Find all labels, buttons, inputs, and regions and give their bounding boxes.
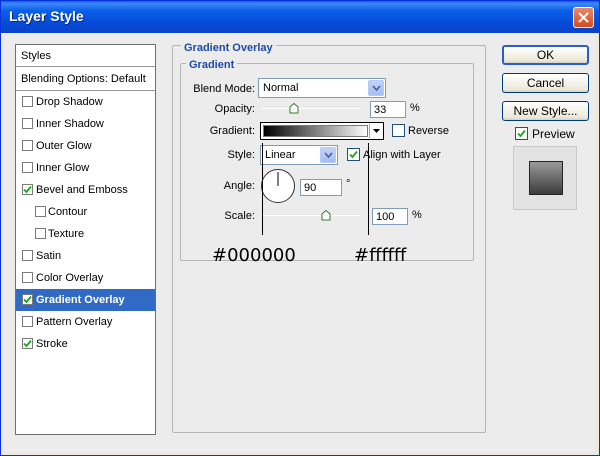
style-checkbox[interactable] (35, 228, 46, 239)
gradient-section-title: Gradient (186, 59, 238, 71)
opacity-input[interactable]: 33 (370, 101, 406, 118)
blending-options[interactable]: Blending Options: Default (16, 67, 155, 91)
scale-slider[interactable] (262, 215, 360, 216)
gradient-picker[interactable] (260, 122, 384, 140)
style-checkbox[interactable] (22, 250, 33, 261)
new-style-button[interactable]: New Style... (502, 101, 589, 121)
opacity-value: 33 (374, 104, 387, 116)
gradient-dropdown[interactable] (369, 124, 382, 138)
opacity-slider-thumb[interactable] (289, 103, 299, 114)
style-item-gradient-overlay[interactable]: Gradient Overlay (16, 289, 155, 311)
style-checkbox[interactable] (22, 140, 33, 151)
blend-mode-label: Blend Mode: (193, 83, 255, 95)
style-item-inner-shadow[interactable]: Inner Shadow (16, 113, 155, 135)
style-item-texture[interactable]: Texture (16, 223, 155, 245)
style-checkbox[interactable] (35, 206, 46, 217)
style-item-pattern-overlay[interactable]: Pattern Overlay (16, 311, 155, 333)
style-select[interactable]: Linear (260, 145, 338, 165)
styles-header[interactable]: Styles (16, 45, 155, 67)
blend-mode-value: Normal (263, 82, 299, 94)
style-checkbox[interactable] (22, 184, 33, 195)
scale-label: Scale: (224, 210, 255, 222)
gradient-overlay-title: Gradient Overlay (181, 42, 276, 54)
preview-label: Preview (532, 127, 575, 141)
preview-checkbox[interactable] (515, 127, 528, 140)
style-item-label: Contour (48, 206, 88, 218)
style-checkbox[interactable] (22, 294, 33, 305)
style-item-label: Gradient Overlay (36, 294, 125, 306)
angle-dial[interactable] (261, 169, 295, 203)
style-item-label: Pattern Overlay (36, 316, 113, 328)
style-checkbox[interactable] (22, 338, 33, 349)
dialog-body: Styles Blending Options: Default Drop Sh… (4, 33, 596, 453)
triangle-down-icon (373, 129, 380, 133)
style-item-label: Inner Glow (36, 162, 90, 174)
style-item-inner-glow[interactable]: Inner Glow (16, 157, 155, 179)
scale-unit: % (412, 209, 422, 221)
ok-button[interactable]: OK (502, 45, 589, 65)
window-title: Layer Style (9, 8, 84, 24)
align-with-layer-checkbox[interactable] (347, 148, 360, 161)
opacity-unit: % (410, 102, 420, 114)
title-bar[interactable]: Layer Style (1, 1, 599, 33)
angle-unit: ° (346, 178, 351, 190)
chevron-down-icon (320, 147, 336, 163)
opacity-slider[interactable] (262, 108, 360, 109)
cancel-button[interactable]: Cancel (502, 73, 589, 93)
style-item-label: Drop Shadow (36, 96, 103, 108)
style-item-contour[interactable]: Contour (16, 201, 155, 223)
preview-swatch (529, 161, 563, 195)
style-item-satin[interactable]: Satin (16, 245, 155, 267)
angle-value: 90 (304, 182, 317, 194)
style-checkbox[interactable] (22, 316, 33, 327)
scale-value: 100 (376, 211, 395, 223)
annotation-end-color: #ffffff (354, 245, 407, 266)
style-checkbox[interactable] (22, 272, 33, 283)
scale-input[interactable]: 100 (372, 208, 408, 225)
style-item-outer-glow[interactable]: Outer Glow (16, 135, 155, 157)
style-label: Style: (227, 149, 255, 161)
annotation-line-left (262, 143, 263, 235)
style-items: Drop Shadow Inner Shadow Outer Glow Inner G… (16, 91, 155, 355)
align-with-layer-label: Align with Layer (363, 149, 441, 161)
style-item-label: Inner Shadow (36, 118, 104, 130)
gradient-preview[interactable] (263, 125, 368, 137)
angle-label: Angle: (223, 180, 255, 192)
style-checkbox[interactable] (22, 162, 33, 173)
style-value: Linear (265, 149, 296, 161)
blend-mode-select[interactable]: Normal (258, 78, 386, 98)
style-item-color-overlay[interactable]: Color Overlay (16, 267, 155, 289)
chevron-down-icon (368, 80, 384, 96)
annotation-line-right (368, 143, 369, 235)
style-item-label: Stroke (36, 338, 68, 350)
angle-input[interactable]: 90 (300, 179, 342, 196)
style-item-stroke[interactable]: Stroke (16, 333, 155, 355)
layer-style-dialog: Layer Style Styles Blending Options: Def… (0, 0, 600, 456)
close-icon (578, 12, 589, 23)
opacity-label: Opacity: (214, 103, 255, 115)
style-item-bevel-and-emboss[interactable]: Bevel and Emboss (16, 179, 155, 201)
angle-needle-icon (277, 172, 279, 186)
style-item-label: Outer Glow (36, 140, 92, 152)
style-item-label: Color Overlay (36, 272, 104, 284)
styles-list: Styles Blending Options: Default Drop Sh… (15, 44, 156, 435)
style-item-label: Texture (48, 228, 85, 240)
preview-area (513, 146, 577, 210)
gradient-label: Gradient: (209, 125, 255, 137)
reverse-label: Reverse (408, 125, 449, 137)
style-item-drop-shadow[interactable]: Drop Shadow (16, 91, 155, 113)
annotation-start-color: #000000 (212, 245, 296, 266)
scale-slider-thumb[interactable] (321, 210, 331, 221)
style-item-label: Satin (36, 250, 62, 262)
reverse-checkbox[interactable] (392, 124, 405, 137)
close-button[interactable] (573, 7, 594, 28)
style-item-label: Bevel and Emboss (36, 184, 128, 196)
style-checkbox[interactable] (22, 96, 33, 107)
style-checkbox[interactable] (22, 118, 33, 129)
